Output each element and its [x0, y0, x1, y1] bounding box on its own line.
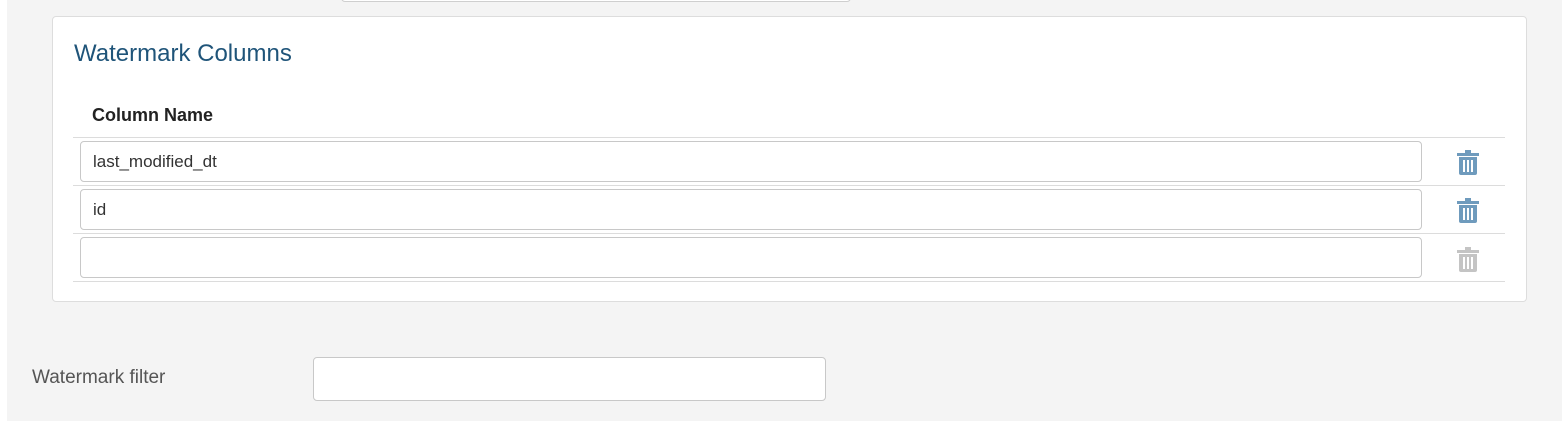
trash-icon	[1457, 198, 1479, 223]
trash-icon	[1457, 150, 1479, 175]
grid-divider	[73, 281, 1505, 282]
delete-row-3-button	[1457, 246, 1479, 272]
delete-row-1-button[interactable]	[1457, 149, 1479, 175]
column-name-input-2[interactable]	[80, 189, 1422, 230]
watermark-filter-input[interactable]	[313, 357, 826, 401]
watermark-filter-label: Watermark filter	[32, 367, 166, 388]
grid-divider	[73, 233, 1505, 234]
trash-icon	[1457, 247, 1479, 272]
column-name-input-3[interactable]	[80, 237, 1422, 278]
page-background: Watermark Columns Column Name last_modif…	[7, 0, 1562, 421]
delete-row-2-button[interactable]	[1457, 197, 1479, 223]
grid-divider	[73, 137, 1505, 138]
column-name-header: Column Name	[92, 105, 214, 125]
panel-title: Watermark Columns	[74, 40, 292, 67]
previous-field-input[interactable]	[341, 0, 851, 2]
grid-divider	[73, 185, 1505, 186]
column-name-input-1[interactable]	[80, 141, 1422, 182]
watermark-columns-panel: Watermark Columns Column Name	[52, 16, 1527, 302]
